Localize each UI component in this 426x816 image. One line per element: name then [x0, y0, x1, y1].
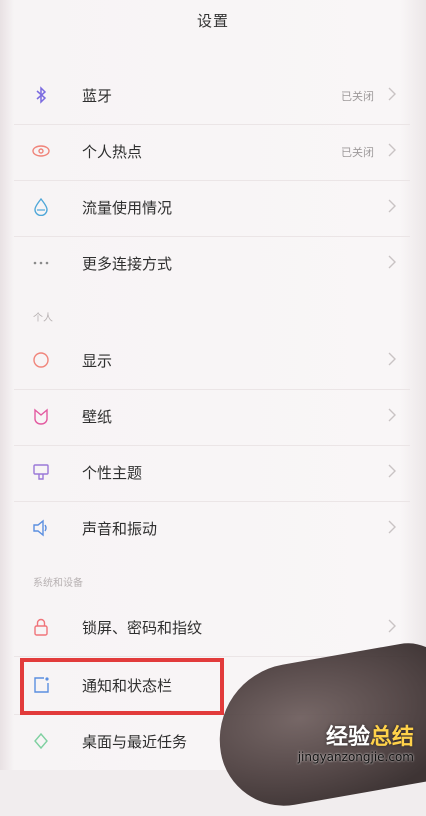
chevron-right-icon [388, 87, 396, 101]
watermark-logo: 经验总结 [325, 725, 414, 750]
chevron-right-icon [388, 352, 396, 366]
watermark-url: jingyanzongjie.com [297, 750, 414, 764]
chevron-right-icon [388, 199, 396, 213]
theme-icon [33, 464, 49, 480]
setting-row-sound[interactable]: 声音和振动 [14, 501, 410, 557]
lock-icon [34, 618, 48, 636]
highlight-box [20, 658, 224, 715]
setting-row-data-usage[interactable]: 流量使用情况 [14, 180, 410, 237]
chevron-right-icon [388, 408, 396, 422]
setting-row-hotspot[interactable]: 个人热点 已关闭 [14, 124, 410, 181]
sound-icon [33, 519, 47, 537]
setting-label: 更多连接方式 [82, 255, 173, 273]
chevron-right-icon [388, 520, 396, 534]
setting-label: 声音和振动 [82, 520, 158, 538]
chevron-right-icon [388, 464, 396, 478]
setting-row-display[interactable]: 显示 [14, 333, 410, 390]
setting-label: 壁纸 [82, 408, 113, 426]
data-usage-icon [34, 198, 48, 216]
setting-status: 已关闭 [341, 90, 374, 103]
bluetooth-icon [36, 86, 47, 104]
wallpaper-icon [34, 408, 48, 425]
desktop-icon [34, 732, 48, 750]
display-icon [33, 352, 49, 368]
setting-label: 显示 [82, 352, 113, 370]
page-title: 设置 [196, 12, 229, 30]
watermark: 经验总结 jingyanzongjie.com [297, 725, 414, 765]
chevron-right-icon [388, 255, 396, 269]
settings-screen: 设置 蓝牙 已关闭 个人热点 已关闭 流量使用情况 更多连接方式 个人 显示 壁… [0, 0, 426, 816]
setting-label: 流量使用情况 [82, 199, 173, 217]
setting-label: 个人热点 [82, 143, 143, 161]
more-icon [33, 261, 49, 265]
setting-row-theme[interactable]: 个性主题 [14, 445, 410, 502]
setting-label: 桌面与最近任务 [82, 733, 188, 751]
setting-status: 已关闭 [341, 146, 374, 159]
section-header-system: 系统和设备 [33, 578, 83, 589]
hotspot-icon [32, 145, 50, 157]
setting-label: 个性主题 [82, 464, 143, 482]
section-header-personal: 个人 [33, 313, 53, 324]
setting-label: 锁屏、密码和指纹 [82, 619, 203, 637]
setting-label: 蓝牙 [82, 87, 113, 105]
setting-row-lock-screen[interactable]: 锁屏、密码和指纹 [14, 600, 410, 657]
setting-row-bluetooth[interactable]: 蓝牙 已关闭 [14, 68, 410, 125]
setting-row-more-connections[interactable]: 更多连接方式 [14, 236, 410, 292]
chevron-right-icon [388, 619, 396, 633]
setting-row-wallpaper[interactable]: 壁纸 [14, 389, 410, 446]
chevron-right-icon [388, 143, 396, 157]
